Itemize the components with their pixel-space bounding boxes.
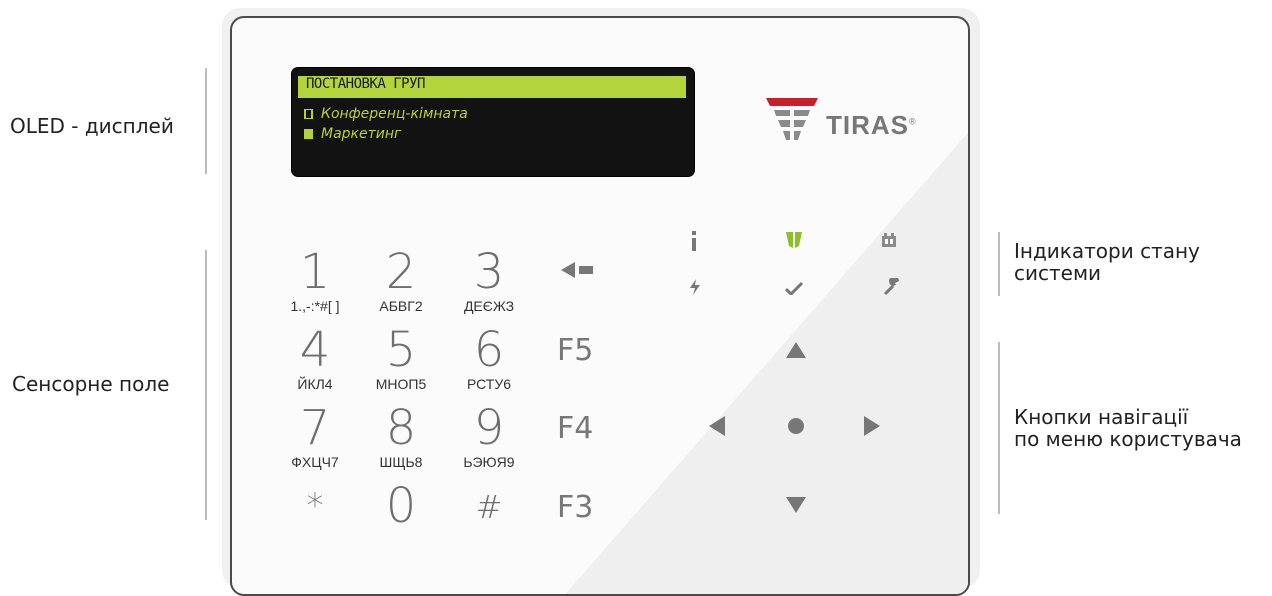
key-9[interactable]: 9 ЬЭЮЯ9 [456, 404, 522, 470]
oled-menu-item-label: Маркетинг [321, 126, 402, 142]
battery-icon [882, 233, 896, 247]
key-letters: ДЕЄЖЗ [463, 298, 515, 314]
touch-field-label: Сенсорне поле [12, 372, 170, 396]
check-icon [785, 281, 803, 295]
key-hash[interactable]: # [456, 486, 522, 528]
f5-key[interactable]: F5 [557, 333, 593, 368]
navigation-label: Кнопки навігації по меню користувача [1014, 405, 1242, 451]
key-digit: 7 [299, 400, 331, 456]
oled-menu-item-label: Конференц-кімната [321, 106, 468, 122]
key-8[interactable]: 8 ШЩЬ8 [368, 404, 434, 470]
key-letters: ЬЭЮЯ9 [463, 454, 515, 470]
checked-box-icon [304, 129, 313, 139]
left-arrow-icon[interactable] [709, 416, 725, 436]
f3-key[interactable]: F3 [557, 490, 593, 525]
tiras-logo-icon [766, 98, 818, 140]
key-digit: 8 [385, 400, 417, 456]
key-digit: # [475, 488, 503, 526]
touch-label-divider [205, 250, 207, 520]
registered-mark: ® [909, 116, 917, 127]
brand-name: TIRAS® [826, 110, 917, 141]
key-digit: 3 [473, 244, 505, 300]
key-letters: МНОП5 [375, 376, 427, 392]
key-7[interactable]: 7 ФХЦЧ7 [282, 404, 348, 470]
key-digit: 1 [299, 244, 331, 300]
down-arrow-icon[interactable] [786, 497, 806, 513]
brand-name-text: TIRAS [826, 110, 909, 140]
ok-dot-icon[interactable] [787, 417, 805, 435]
oled-title: ПОСТАНОВКА ГРУП [306, 76, 425, 92]
oled-menu-item: Конференц-кімната [304, 106, 468, 122]
key-digit: * [306, 486, 324, 526]
key-digit: 9 [473, 400, 505, 456]
shield-icon [786, 232, 802, 248]
up-arrow-icon[interactable] [786, 342, 806, 358]
navigation-label-divider [998, 342, 1000, 514]
f4-key[interactable]: F4 [557, 411, 593, 446]
wrench-icon [883, 278, 899, 296]
right-arrow-icon[interactable] [864, 416, 880, 436]
indicators-label-divider [998, 232, 1000, 296]
oled-menu-item: Маркетинг [304, 126, 401, 142]
key-5[interactable]: 5 МНОП5 [368, 326, 434, 392]
key-letters: ЙКЛ4 [297, 376, 333, 392]
key-3[interactable]: 3 ДЕЄЖЗ [456, 248, 522, 314]
key-star[interactable]: * [282, 484, 348, 528]
key-letters: АБВГ2 [379, 298, 423, 314]
info-icon [692, 231, 696, 251]
indicators-label: Індикатори стану системи [1014, 239, 1200, 285]
key-digit: 0 [385, 478, 417, 534]
key-digit: 4 [299, 322, 331, 378]
back-arrow-icon[interactable] [561, 260, 597, 280]
oled-label-divider [205, 68, 207, 174]
key-1[interactable]: 1 1.,-:*#[ ] [282, 248, 348, 314]
key-6[interactable]: 6 РСТУ6 [456, 326, 522, 392]
key-letters: 1.,-:*#[ ] [290, 298, 340, 314]
unchecked-box-icon [304, 109, 313, 119]
key-digit: 6 [473, 322, 505, 378]
key-digit: 2 [385, 244, 417, 300]
key-2[interactable]: 2 АБВГ2 [368, 248, 434, 314]
key-letters: ФХЦЧ7 [291, 454, 339, 470]
oled-display-label: OLED - дисплей [10, 114, 174, 138]
power-icon [690, 279, 700, 295]
key-4[interactable]: 4 ЙКЛ4 [282, 326, 348, 392]
key-0[interactable]: 0 [368, 482, 434, 530]
key-letters: РСТУ6 [466, 376, 512, 392]
key-letters: ШЩЬ8 [379, 454, 423, 470]
key-digit: 5 [385, 322, 417, 378]
